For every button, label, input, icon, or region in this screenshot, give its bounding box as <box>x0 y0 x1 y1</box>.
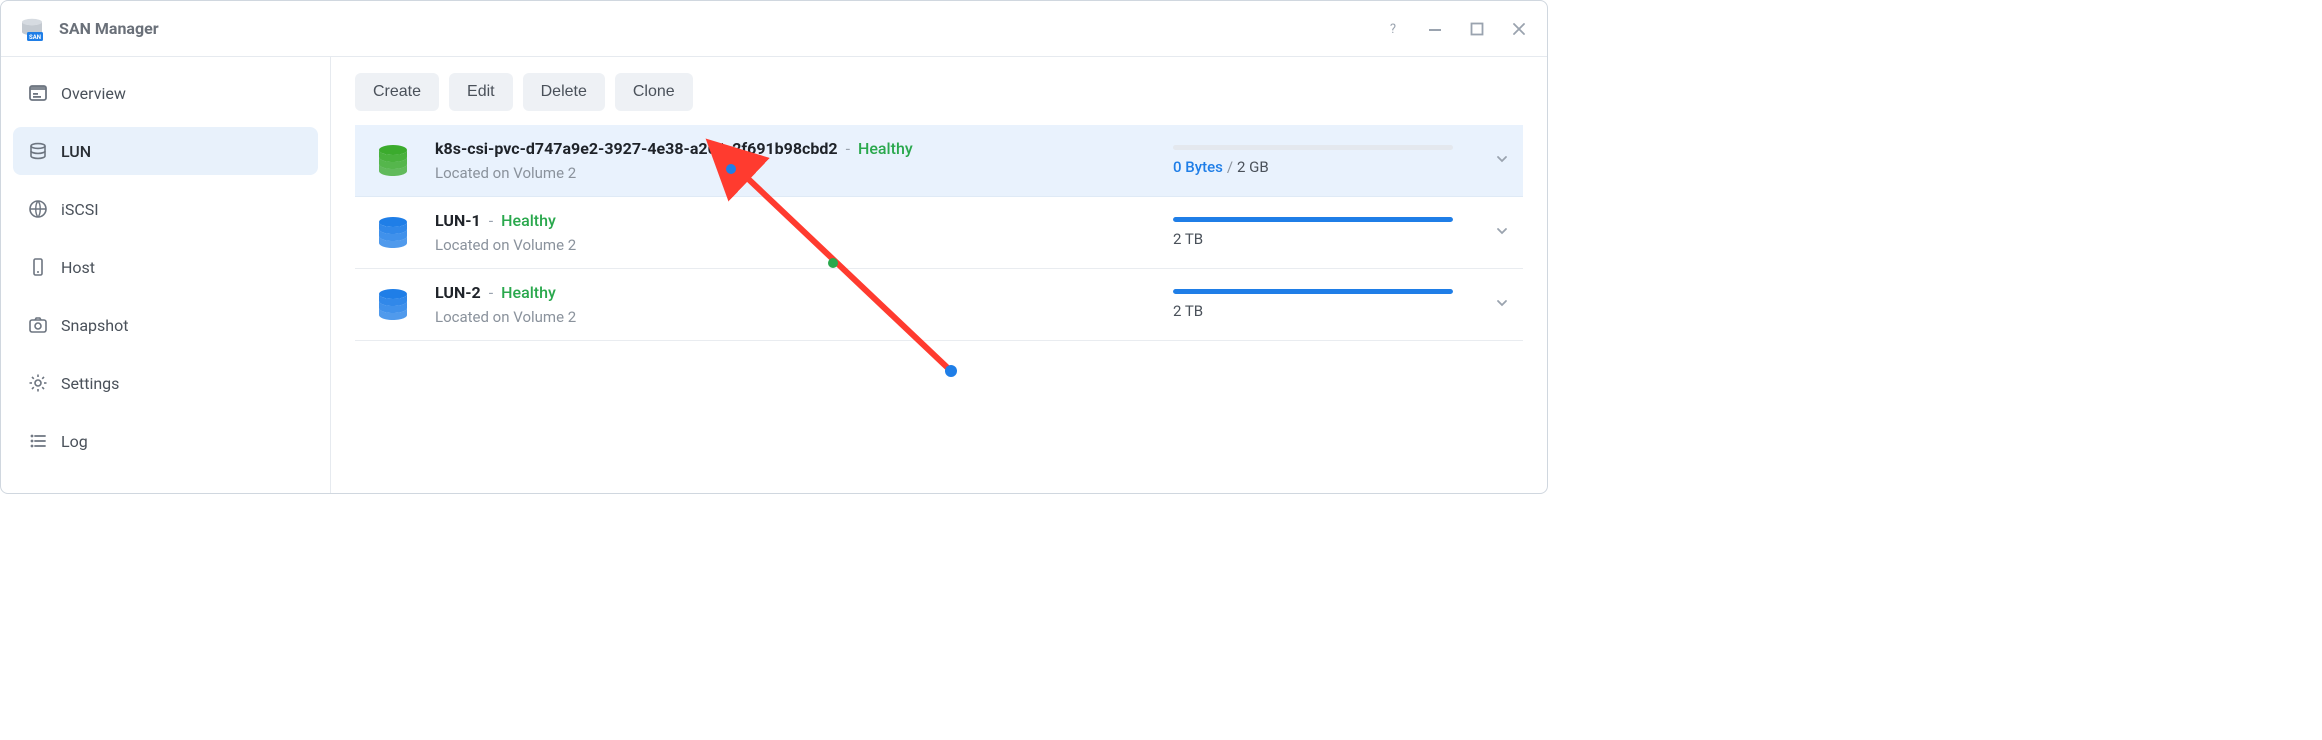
close-icon[interactable] <box>1501 11 1537 47</box>
separator: - <box>489 283 493 302</box>
sidebar-item-log[interactable]: Log <box>13 417 318 465</box>
app-icon: SAN <box>15 12 49 46</box>
lun-usage: 2 TB <box>1173 217 1473 248</box>
lun-row[interactable]: LUN-1-Healthy Located on Volume 22 TB <box>355 197 1523 269</box>
sidebar-item-overview[interactable]: Overview <box>13 69 318 117</box>
minimize-icon[interactable] <box>1417 11 1453 47</box>
usage-bar <box>1173 145 1453 150</box>
chevron-down-icon[interactable] <box>1495 224 1509 242</box>
app-window: SAN SAN Manager ? Overview LUN iSCSI Host Sn… <box>0 0 1548 494</box>
lun-slash: / <box>1227 158 1233 176</box>
log-icon <box>27 431 49 451</box>
lun-text: LUN-1-Healthy Located on Volume 2 <box>435 211 1173 254</box>
lun-name: k8s-csi-pvc-d747a9e2-3927-4e38-a201-2f69… <box>435 139 838 158</box>
chevron-down-icon[interactable] <box>1495 296 1509 314</box>
lun-row[interactable]: LUN-2-Healthy Located on Volume 22 TB <box>355 269 1523 341</box>
toolbar: Create Edit Delete Clone <box>355 67 1523 125</box>
sidebar-item-snapshot[interactable]: Snapshot <box>13 301 318 349</box>
svg-text:?: ? <box>1390 22 1396 37</box>
sidebar-item-label: Settings <box>61 374 119 393</box>
maximize-icon[interactable] <box>1459 11 1495 47</box>
lun-used: 2 TB <box>1173 302 1203 320</box>
lun-text: LUN-2-Healthy Located on Volume 2 <box>435 283 1173 326</box>
lun-icon <box>27 141 49 161</box>
edit-button[interactable]: Edit <box>449 73 513 111</box>
sidebar-item-label: LUN <box>61 142 91 161</box>
sidebar-item-label: Log <box>61 432 88 451</box>
app-title: SAN Manager <box>59 19 159 38</box>
lun-list: k8s-csi-pvc-d747a9e2-3927-4e38-a201-2f69… <box>355 125 1523 475</box>
clone-button[interactable]: Clone <box>615 73 693 111</box>
help-icon[interactable]: ? <box>1375 11 1411 47</box>
lun-used: 2 TB <box>1173 230 1203 248</box>
lun-location: Located on Volume 2 <box>435 236 1173 254</box>
overview-icon <box>27 83 49 103</box>
lun-status: Healthy <box>858 139 913 158</box>
database-icon <box>369 286 417 324</box>
usage-bar <box>1173 289 1453 294</box>
sidebar-item-host[interactable]: Host <box>13 243 318 291</box>
lun-location: Located on Volume 2 <box>435 308 1173 326</box>
usage-bar <box>1173 217 1453 222</box>
sidebar-item-label: Snapshot <box>61 316 128 335</box>
sidebar-item-label: iSCSI <box>61 200 99 219</box>
lun-status: Healthy <box>501 211 556 230</box>
lun-usage: 0 Bytes/2 GB <box>1173 145 1473 176</box>
iscsi-icon <box>27 199 49 219</box>
create-button[interactable]: Create <box>355 73 439 111</box>
lun-text: k8s-csi-pvc-d747a9e2-3927-4e38-a201-2f69… <box>435 139 1173 182</box>
lun-row[interactable]: k8s-csi-pvc-d747a9e2-3927-4e38-a201-2f69… <box>355 125 1523 197</box>
sidebar-item-label: Host <box>61 258 95 277</box>
lun-name: LUN-2 <box>435 283 481 302</box>
lun-location: Located on Volume 2 <box>435 164 1173 182</box>
delete-button[interactable]: Delete <box>523 73 605 111</box>
host-icon <box>27 257 49 277</box>
snapshot-icon <box>27 315 49 335</box>
separator: - <box>489 211 493 230</box>
database-icon <box>369 142 417 180</box>
sidebar-item-settings[interactable]: Settings <box>13 359 318 407</box>
separator: - <box>846 139 850 158</box>
lun-status: Healthy <box>501 283 556 302</box>
sidebar-item-label: Overview <box>61 84 126 103</box>
database-icon <box>369 214 417 252</box>
chevron-down-icon[interactable] <box>1495 152 1509 170</box>
sidebar-item-lun[interactable]: LUN <box>13 127 318 175</box>
lun-name: LUN-1 <box>435 211 481 230</box>
sidebar-item-iscsi[interactable]: iSCSI <box>13 185 318 233</box>
lun-total: 2 GB <box>1237 158 1269 176</box>
titlebar: SAN SAN Manager ? <box>1 1 1547 57</box>
lun-used: 0 Bytes <box>1173 158 1223 176</box>
settings-icon <box>27 373 49 393</box>
sidebar: Overview LUN iSCSI Host Snapshot Settings Log <box>1 57 331 493</box>
window-controls: ? <box>1375 11 1537 47</box>
lun-usage: 2 TB <box>1173 289 1473 320</box>
svg-text:SAN: SAN <box>29 34 41 41</box>
main-panel: Create Edit Delete Clone k8s-csi-pvc-d74… <box>331 57 1547 493</box>
